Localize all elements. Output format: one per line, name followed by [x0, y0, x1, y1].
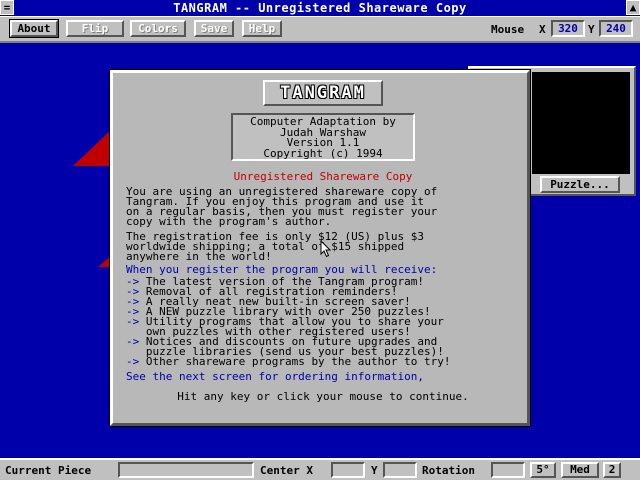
center-y-label: Y [371, 464, 378, 477]
help-button[interactable]: Help [242, 20, 282, 37]
mouse-x-label: X [539, 23, 546, 36]
flip-button[interactable]: Flip [66, 20, 124, 37]
window-title: TANGRAM -- Unregistered Shareware Copy [173, 1, 467, 15]
speed-button[interactable]: Med [561, 462, 599, 478]
continue-prompt: Hit any key or click your mouse to conti… [177, 390, 469, 403]
current-piece-field [118, 462, 254, 478]
rotation-step-button[interactable]: 5° [530, 462, 556, 478]
mouse-y-label: Y [588, 23, 595, 36]
center-x-label: Center X [260, 464, 313, 477]
fee-line: anywhere in the world! [126, 250, 272, 263]
intro-line: copy with the program's author. [126, 215, 332, 228]
credits-box: Computer Adaptation by Judah Warshaw Ver… [231, 113, 415, 161]
arrow-icon: -> [126, 355, 140, 368]
toolbar: About Flip Colors Save Help Mouse X 320 … [0, 17, 640, 43]
benefit-text: Other shareware programs by the author t… [145, 355, 451, 368]
rotation-label: Rotation [422, 464, 475, 477]
next-screen-note: See the next screen for ordering informa… [126, 370, 425, 383]
credits-line: Copyright (c) 1994 [263, 146, 383, 160]
status-bar: Current Piece Center X Y Rotation 5° Med… [0, 458, 640, 480]
center-y-field [383, 462, 417, 478]
center-x-field [331, 462, 365, 478]
mouse-label: Mouse [491, 23, 525, 36]
save-button[interactable]: Save [194, 20, 234, 37]
colors-button[interactable]: Colors [130, 20, 186, 37]
tangram-piece-red-large[interactable] [73, 128, 113, 166]
current-piece-label: Current Piece [5, 464, 92, 477]
unregistered-heading: Unregistered Shareware Copy [233, 170, 413, 183]
maximize-button[interactable]: ▲ [626, 0, 640, 15]
benefits-heading: When you register the program you will r… [126, 263, 438, 276]
level-button[interactable]: 2 [603, 462, 621, 478]
puzzle-preview [532, 72, 630, 174]
title-bar: = TANGRAM -- Unregistered Shareware Copy… [0, 0, 640, 17]
mouse-x-value: 320 [551, 20, 585, 37]
mouse-y-value: 240 [599, 20, 633, 37]
puzzle-button[interactable]: Puzzle... [540, 176, 620, 193]
mouse-cursor-icon [320, 240, 332, 258]
rotation-field [491, 462, 525, 478]
dialog-title: TANGRAM [263, 80, 383, 106]
about-button[interactable]: About [10, 20, 58, 37]
benefit-item: -> Other shareware programs by the autho… [126, 355, 451, 368]
